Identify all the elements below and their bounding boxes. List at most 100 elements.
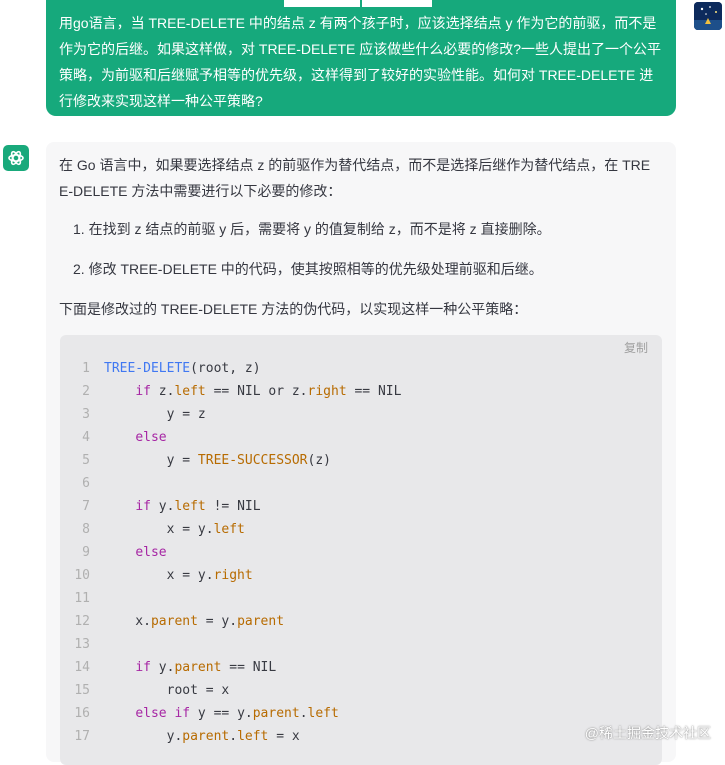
- user-message-line: 作为它的后继。如果这样做，对 TREE-DELETE 应该做些什么必要的修改?一…: [59, 41, 662, 57]
- code-token: == NIL or z.: [205, 384, 308, 399]
- code-token: .: [299, 706, 308, 721]
- code-line: 15 root = x: [60, 679, 662, 702]
- code-token: = x: [268, 729, 300, 744]
- code-line: 13: [60, 633, 662, 656]
- code-token: left: [237, 729, 269, 744]
- line-number: 7: [82, 499, 90, 514]
- assistant-icon: [3, 145, 29, 171]
- code-token: y.: [150, 660, 175, 675]
- code-text: y.parent.left = x: [104, 729, 300, 744]
- code-text: else if y == y.parent.left: [104, 706, 339, 721]
- code-line: 10 x = y.right: [60, 564, 662, 587]
- code-token: if: [135, 660, 151, 675]
- code-token: if: [135, 499, 151, 514]
- header-tab-fragment: [362, 0, 432, 7]
- answer-intro: 在 Go 语言中，如果要选择结点 z 的前驱作为替代结点，而不是选择后继作为替代…: [59, 152, 663, 204]
- user-message-line: 行修改来实现这样一种公平策略?: [59, 93, 263, 109]
- code-line: 2 if z.left == NIL or z.right == NIL: [60, 380, 662, 403]
- code-token: root = x: [104, 683, 230, 698]
- user-message-line: 用go语言，当 TREE-DELETE 中的结点 z 有两个孩子时，应该选择结点…: [59, 15, 657, 31]
- code-text: TREE-DELETE(root, z): [104, 361, 261, 376]
- code-lines: 1 TREE-DELETE(root, z) 2 if z.left == NIL …: [60, 357, 662, 748]
- line-number: 1: [82, 361, 90, 376]
- night-sky-avatar-icon: [694, 2, 722, 30]
- line-number: 8: [82, 522, 90, 537]
- code-text: y = TREE-SUCCESSOR(z): [104, 453, 331, 468]
- code-line: 3 y = z: [60, 403, 662, 426]
- code-token: parent: [252, 706, 300, 721]
- line-number: 16: [74, 706, 90, 721]
- code-token: x = y.: [104, 568, 214, 583]
- code-token: else if: [135, 706, 191, 721]
- code-token: right: [213, 568, 253, 583]
- code-token: .: [229, 729, 238, 744]
- code-token: y == y.: [190, 706, 253, 721]
- code-text: x.parent = y.parent: [104, 614, 284, 629]
- line-number: 14: [74, 660, 90, 675]
- code-token: TREE-DELETE: [104, 361, 191, 376]
- code-text: if z.left == NIL or z.right == NIL: [104, 384, 401, 399]
- code-token: left: [174, 384, 206, 399]
- line-number: 6: [82, 476, 90, 491]
- code-token: parent: [150, 614, 198, 629]
- code-token: TREE-SUCCESSOR: [197, 453, 308, 468]
- code-line: 5 y = TREE-SUCCESSOR(z): [60, 449, 662, 472]
- code-token: == NIL: [346, 384, 402, 399]
- header-tab-fragment: [284, 0, 360, 7]
- code-text: else: [104, 430, 166, 445]
- code-token: y.: [150, 499, 175, 514]
- code-line: 16 else if y == y.parent.left: [60, 702, 662, 725]
- line-number: 2: [82, 384, 90, 399]
- answer-intro-line: 在 Go 语言中，如果要选择结点 z 的前驱作为替代结点，而不是选择后继作为替代…: [59, 157, 651, 173]
- code-token: y = z: [104, 407, 206, 422]
- line-number: 4: [82, 430, 90, 445]
- code-token: left: [213, 522, 245, 537]
- code-text: if y.left != NIL: [104, 499, 261, 514]
- code-line: 1 TREE-DELETE(root, z): [60, 357, 662, 380]
- code-token: x = y.: [104, 522, 214, 537]
- code-token: (z): [307, 453, 331, 468]
- code-text: x = y.right: [104, 568, 253, 583]
- line-number: 9: [82, 545, 90, 560]
- line-number: 10: [74, 568, 90, 583]
- line-number: 3: [82, 407, 90, 422]
- code-token: != NIL: [205, 499, 261, 514]
- user-avatar[interactable]: [694, 2, 722, 30]
- openai-logo-icon: [8, 150, 24, 166]
- answer-intro-line: E-DELETE 方法中需要进行以下必要的修改：: [59, 183, 342, 199]
- code-token: (root, z): [190, 361, 261, 376]
- code-token: parent: [182, 729, 230, 744]
- code-token: y =: [104, 453, 198, 468]
- copy-button[interactable]: 复制: [624, 339, 648, 356]
- code-token: left: [307, 706, 339, 721]
- code-line: 14 if y.parent == NIL: [60, 656, 662, 679]
- watermark: @稀土掘金技术社区: [584, 725, 711, 741]
- code-token: == NIL: [221, 660, 277, 675]
- code-line: 9 else: [60, 541, 662, 564]
- code-line: 8 x = y.left: [60, 518, 662, 541]
- code-token: z.: [150, 384, 175, 399]
- code-line: 12 x.parent = y.parent: [60, 610, 662, 633]
- line-number: 12: [74, 614, 90, 629]
- code-token: else: [135, 545, 167, 560]
- line-number: 11: [74, 591, 90, 606]
- code-line: 17 y.parent.left = x: [60, 725, 662, 748]
- line-number: 5: [82, 453, 90, 468]
- code-line: 6: [60, 472, 662, 495]
- code-text: else: [104, 545, 167, 560]
- code-text: x = y.left: [104, 522, 245, 537]
- code-token: parent: [174, 660, 222, 675]
- user-message-bubble: 用go语言，当 TREE-DELETE 中的结点 z 有两个孩子时，应该选择结点…: [46, 0, 676, 116]
- code-intro: 下面是修改过的 TREE-DELETE 方法的伪代码，以实现这样一种公平策略：: [59, 301, 528, 317]
- code-token: parent: [237, 614, 285, 629]
- line-number: 15: [74, 683, 90, 698]
- code-token: x.: [104, 614, 151, 629]
- code-line: 4 else: [60, 426, 662, 449]
- line-number: 17: [74, 729, 90, 744]
- code-block: 复制 1 TREE-DELETE(root, z) 2 if z.left == N…: [60, 335, 662, 765]
- user-message-line: 策略，为前驱和后继赋予相等的优先级，这样得到了较好的实验性能。如何对 TREE-…: [59, 67, 654, 83]
